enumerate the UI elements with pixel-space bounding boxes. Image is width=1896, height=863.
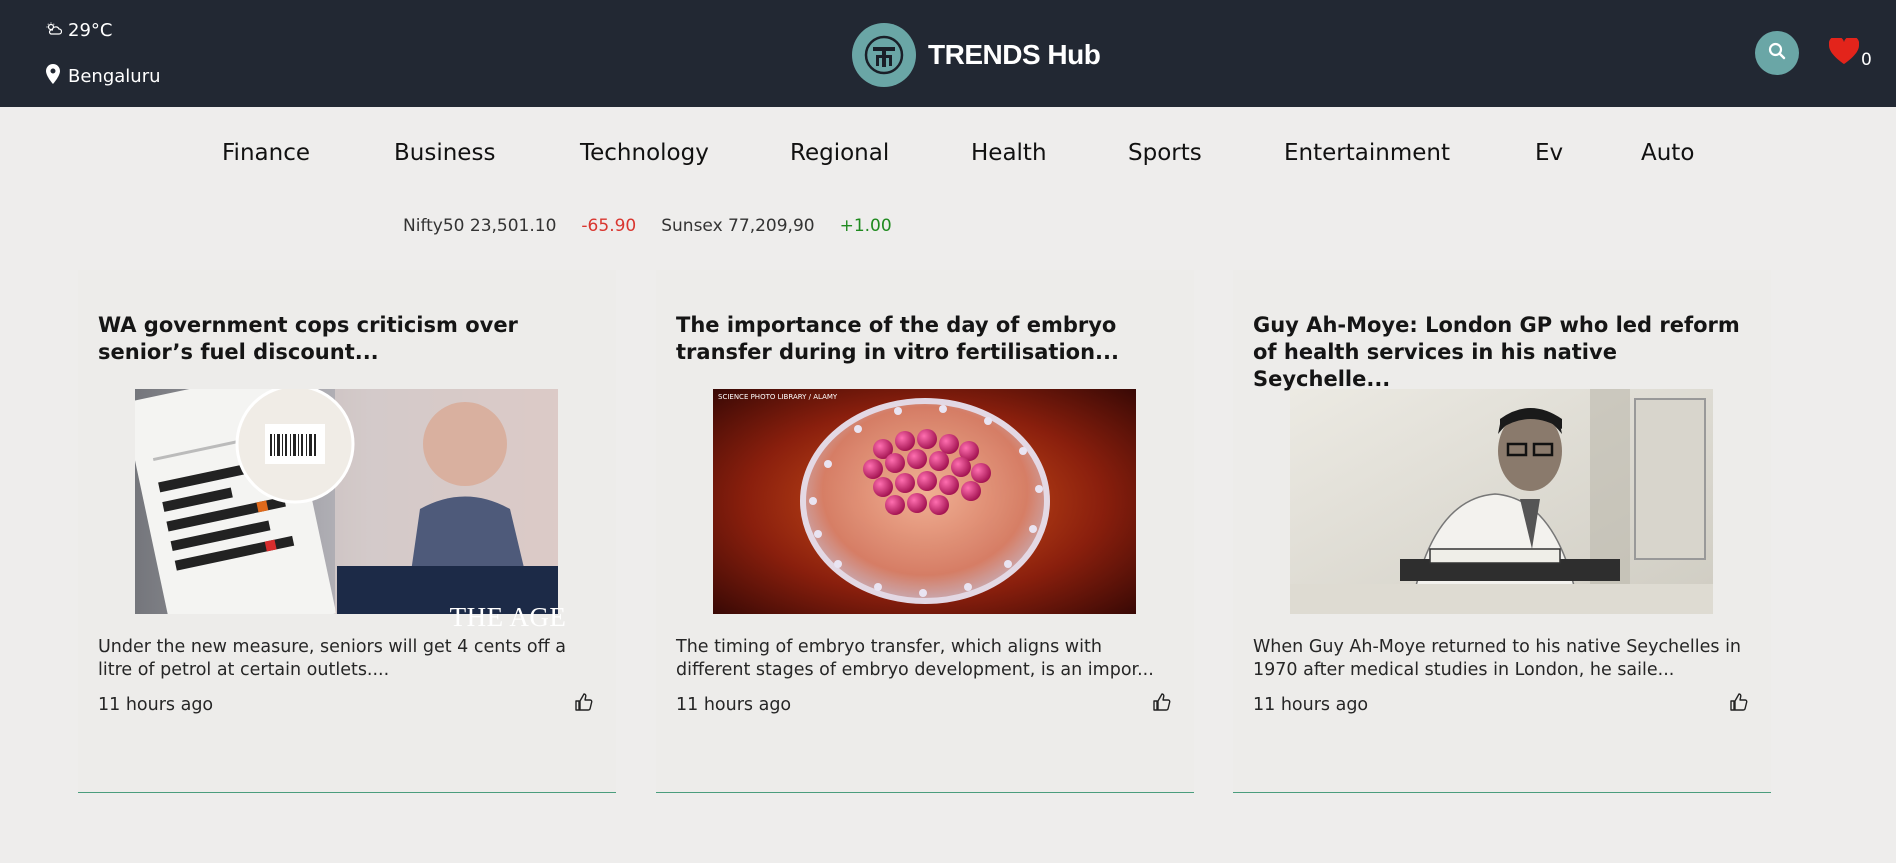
like-button[interactable]	[1730, 693, 1748, 715]
temperature: 29°C	[68, 20, 113, 41]
article-description: The timing of embryo transfer, which ali…	[676, 637, 1154, 680]
location-widget: Bengaluru	[46, 64, 161, 89]
brand-logo-link[interactable]: TRENDS Hub	[852, 23, 1101, 87]
weather-widget: 29°C	[46, 20, 112, 41]
article-timestamp: 11 hours ago	[676, 695, 792, 715]
thumbs-up-icon	[575, 693, 593, 715]
article-description: Under the new measure, seniors will get …	[98, 637, 566, 680]
top-header: 29°C Bengaluru TRENDS Hub 0	[0, 0, 1896, 107]
article-title[interactable]: The importance of the day of embryo tran…	[676, 312, 1176, 366]
image-credit: SCIENCE PHOTO LIBRARY / ALAMY	[718, 393, 838, 401]
location-name: Bengaluru	[68, 66, 161, 87]
nav-item-business[interactable]: Business	[394, 140, 495, 166]
article-image[interactable]: SCIENCE PHOTO LIBRARY / ALAMY	[713, 389, 1136, 614]
heart-icon	[1828, 36, 1860, 68]
article-image[interactable]	[135, 389, 558, 614]
trends-hub-logo-icon	[852, 23, 916, 87]
nav-item-health[interactable]: Health	[971, 140, 1047, 166]
sensex-value: Sunsex 77,209,90	[661, 216, 815, 236]
article-timestamp: 11 hours ago	[98, 695, 214, 715]
image-watermark: THE AGE	[449, 601, 567, 632]
nifty-change: -65.90	[581, 216, 637, 236]
article-title[interactable]: WA government cops criticism over senior…	[98, 312, 598, 366]
nav-item-finance[interactable]: Finance	[222, 140, 310, 166]
market-ticker: Nifty50 23,501.10 -65.90 Sunsex 77,209,9…	[403, 216, 892, 236]
article-card[interactable]: WA government cops criticism over senior…	[78, 270, 616, 793]
search-icon	[1768, 42, 1786, 64]
partly-cloudy-icon	[46, 20, 63, 41]
favorites-button[interactable]: 0	[1828, 36, 1872, 70]
article-card[interactable]: Guy Ah-Moye: London GP who led reform of…	[1233, 270, 1771, 793]
nifty-value: Nifty50 23,501.10	[403, 216, 557, 236]
sensex-change: +1.00	[839, 216, 892, 236]
like-button[interactable]	[575, 693, 593, 715]
favorites-count: 0	[1861, 50, 1872, 70]
thumbs-up-icon	[1730, 693, 1748, 715]
article-image[interactable]	[1290, 389, 1713, 614]
article-title[interactable]: Guy Ah-Moye: London GP who led reform of…	[1253, 312, 1753, 393]
thumbs-up-icon	[1153, 693, 1171, 715]
nav-item-regional[interactable]: Regional	[790, 140, 889, 166]
search-button[interactable]	[1755, 31, 1799, 75]
brand-name: TRENDS Hub	[928, 39, 1101, 70]
article-card[interactable]: The importance of the day of embryo tran…	[656, 270, 1194, 793]
nav-item-auto[interactable]: Auto	[1641, 140, 1694, 166]
nav-item-sports[interactable]: Sports	[1128, 140, 1202, 166]
nav-item-technology[interactable]: Technology	[580, 140, 709, 166]
nav-item-entertainment[interactable]: Entertainment	[1284, 140, 1450, 166]
article-description: When Guy Ah-Moye returned to his native …	[1253, 637, 1742, 680]
article-timestamp: 11 hours ago	[1253, 695, 1369, 715]
location-pin-icon	[46, 64, 60, 89]
nav-item-ev[interactable]: Ev	[1535, 140, 1563, 166]
like-button[interactable]	[1153, 693, 1171, 715]
